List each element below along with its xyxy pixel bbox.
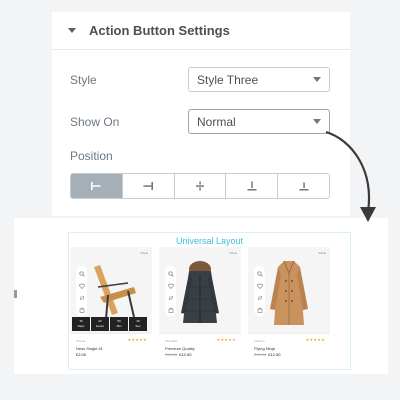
countdown-days: TA Days bbox=[72, 317, 90, 331]
caret-down-icon[interactable] bbox=[68, 28, 76, 33]
product-price: £2.00 bbox=[76, 352, 87, 357]
resize-handle[interactable] bbox=[14, 290, 17, 298]
layout-preview-card: Universal Layout SALE TA Days 22 Hours 5… bbox=[14, 218, 388, 374]
product-image-area: SALE bbox=[70, 247, 152, 333]
rating-stars: ★★★★★ bbox=[305, 337, 325, 342]
align-left-icon bbox=[91, 182, 101, 190]
position-button-group bbox=[70, 173, 330, 199]
compare-icon[interactable] bbox=[78, 294, 85, 301]
panel-title: Action Button Settings bbox=[89, 23, 230, 38]
search-icon[interactable] bbox=[167, 270, 174, 277]
position-label: Position bbox=[70, 149, 113, 163]
style-row: Style Style Three bbox=[70, 67, 330, 92]
product-name[interactable]: Ness Single #1 bbox=[76, 346, 103, 351]
product-brand: Woods bbox=[76, 339, 86, 343]
compare-icon[interactable] bbox=[167, 294, 174, 301]
compare-icon[interactable] bbox=[256, 294, 263, 301]
product-image-area: SALE bbox=[159, 247, 241, 333]
product-price: £18.00 £12.00 bbox=[165, 352, 192, 357]
universal-layout-frame: Universal Layout SALE TA Days 22 Hours 5… bbox=[68, 232, 351, 370]
product-info: Woods ★★★★★ Ness Single #1 £2.00 bbox=[70, 333, 152, 358]
panel-header[interactable]: Action Button Settings bbox=[52, 12, 350, 50]
cart-icon[interactable] bbox=[167, 306, 174, 313]
product-card[interactable]: SALE bbox=[248, 247, 330, 358]
settings-panel: Action Button Settings Style Style Three… bbox=[52, 12, 350, 216]
action-button-group bbox=[254, 266, 265, 316]
old-price: £18.00 bbox=[165, 352, 178, 357]
show-on-label: Show On bbox=[70, 114, 120, 129]
show-on-select[interactable]: Normal bbox=[188, 109, 330, 134]
show-on-value: Normal bbox=[197, 114, 236, 129]
chevron-down-icon bbox=[313, 119, 321, 124]
product-name[interactable]: Flying Ninja bbox=[254, 346, 275, 351]
product-card[interactable]: SALE bbox=[70, 247, 152, 358]
product-name[interactable]: Premium Quality bbox=[165, 346, 195, 351]
align-right-icon bbox=[143, 182, 154, 190]
countdown-minutes: 59 Min bbox=[110, 317, 128, 331]
rating-stars: ★★★★★ bbox=[127, 337, 147, 342]
heart-icon[interactable] bbox=[167, 282, 174, 289]
align-bottom-alt-icon bbox=[299, 182, 309, 191]
position-bottom-button[interactable] bbox=[226, 174, 279, 198]
countdown-seconds: 30 Sec bbox=[129, 317, 147, 331]
align-center-icon bbox=[195, 181, 204, 191]
action-button-group bbox=[165, 266, 176, 316]
style-label: Style bbox=[70, 72, 97, 87]
align-bottom-icon bbox=[247, 181, 257, 191]
chevron-down-icon bbox=[313, 77, 321, 82]
product-card[interactable]: SALE bbox=[159, 247, 241, 358]
action-button-group bbox=[76, 266, 87, 316]
layout-title: Universal Layout bbox=[175, 236, 244, 246]
position-left-button[interactable] bbox=[71, 174, 123, 198]
product-brand: Fashion bbox=[254, 339, 265, 343]
product-info: WoodEst ★★★★★ Premium Quality £18.00 £12.… bbox=[159, 333, 241, 358]
heart-icon[interactable] bbox=[78, 282, 85, 289]
countdown-hours: 22 Hours bbox=[91, 317, 109, 331]
heart-icon[interactable] bbox=[256, 282, 263, 289]
position-center-button[interactable] bbox=[174, 174, 227, 198]
search-icon[interactable] bbox=[256, 270, 263, 277]
product-price: £18.00 £12.00 bbox=[254, 352, 281, 357]
position-right-button[interactable] bbox=[122, 174, 175, 198]
rating-stars: ★★★★★ bbox=[216, 337, 236, 342]
product-image-area: SALE bbox=[248, 247, 330, 333]
product-brand: WoodEst bbox=[165, 339, 178, 343]
show-on-row: Show On Normal bbox=[70, 109, 330, 134]
old-price: £18.00 bbox=[254, 352, 267, 357]
search-icon[interactable] bbox=[78, 270, 85, 277]
style-value: Style Three bbox=[197, 72, 259, 87]
cart-icon[interactable] bbox=[78, 306, 85, 313]
countdown-timer: TA Days 22 Hours 59 Min 30 Sec bbox=[72, 317, 148, 331]
product-info: Fashion ★★★★★ Flying Ninja £18.00 £12.00 bbox=[248, 333, 330, 358]
cart-icon[interactable] bbox=[256, 306, 263, 313]
position-bottom-alt-button[interactable] bbox=[278, 174, 329, 198]
style-select[interactable]: Style Three bbox=[188, 67, 330, 92]
